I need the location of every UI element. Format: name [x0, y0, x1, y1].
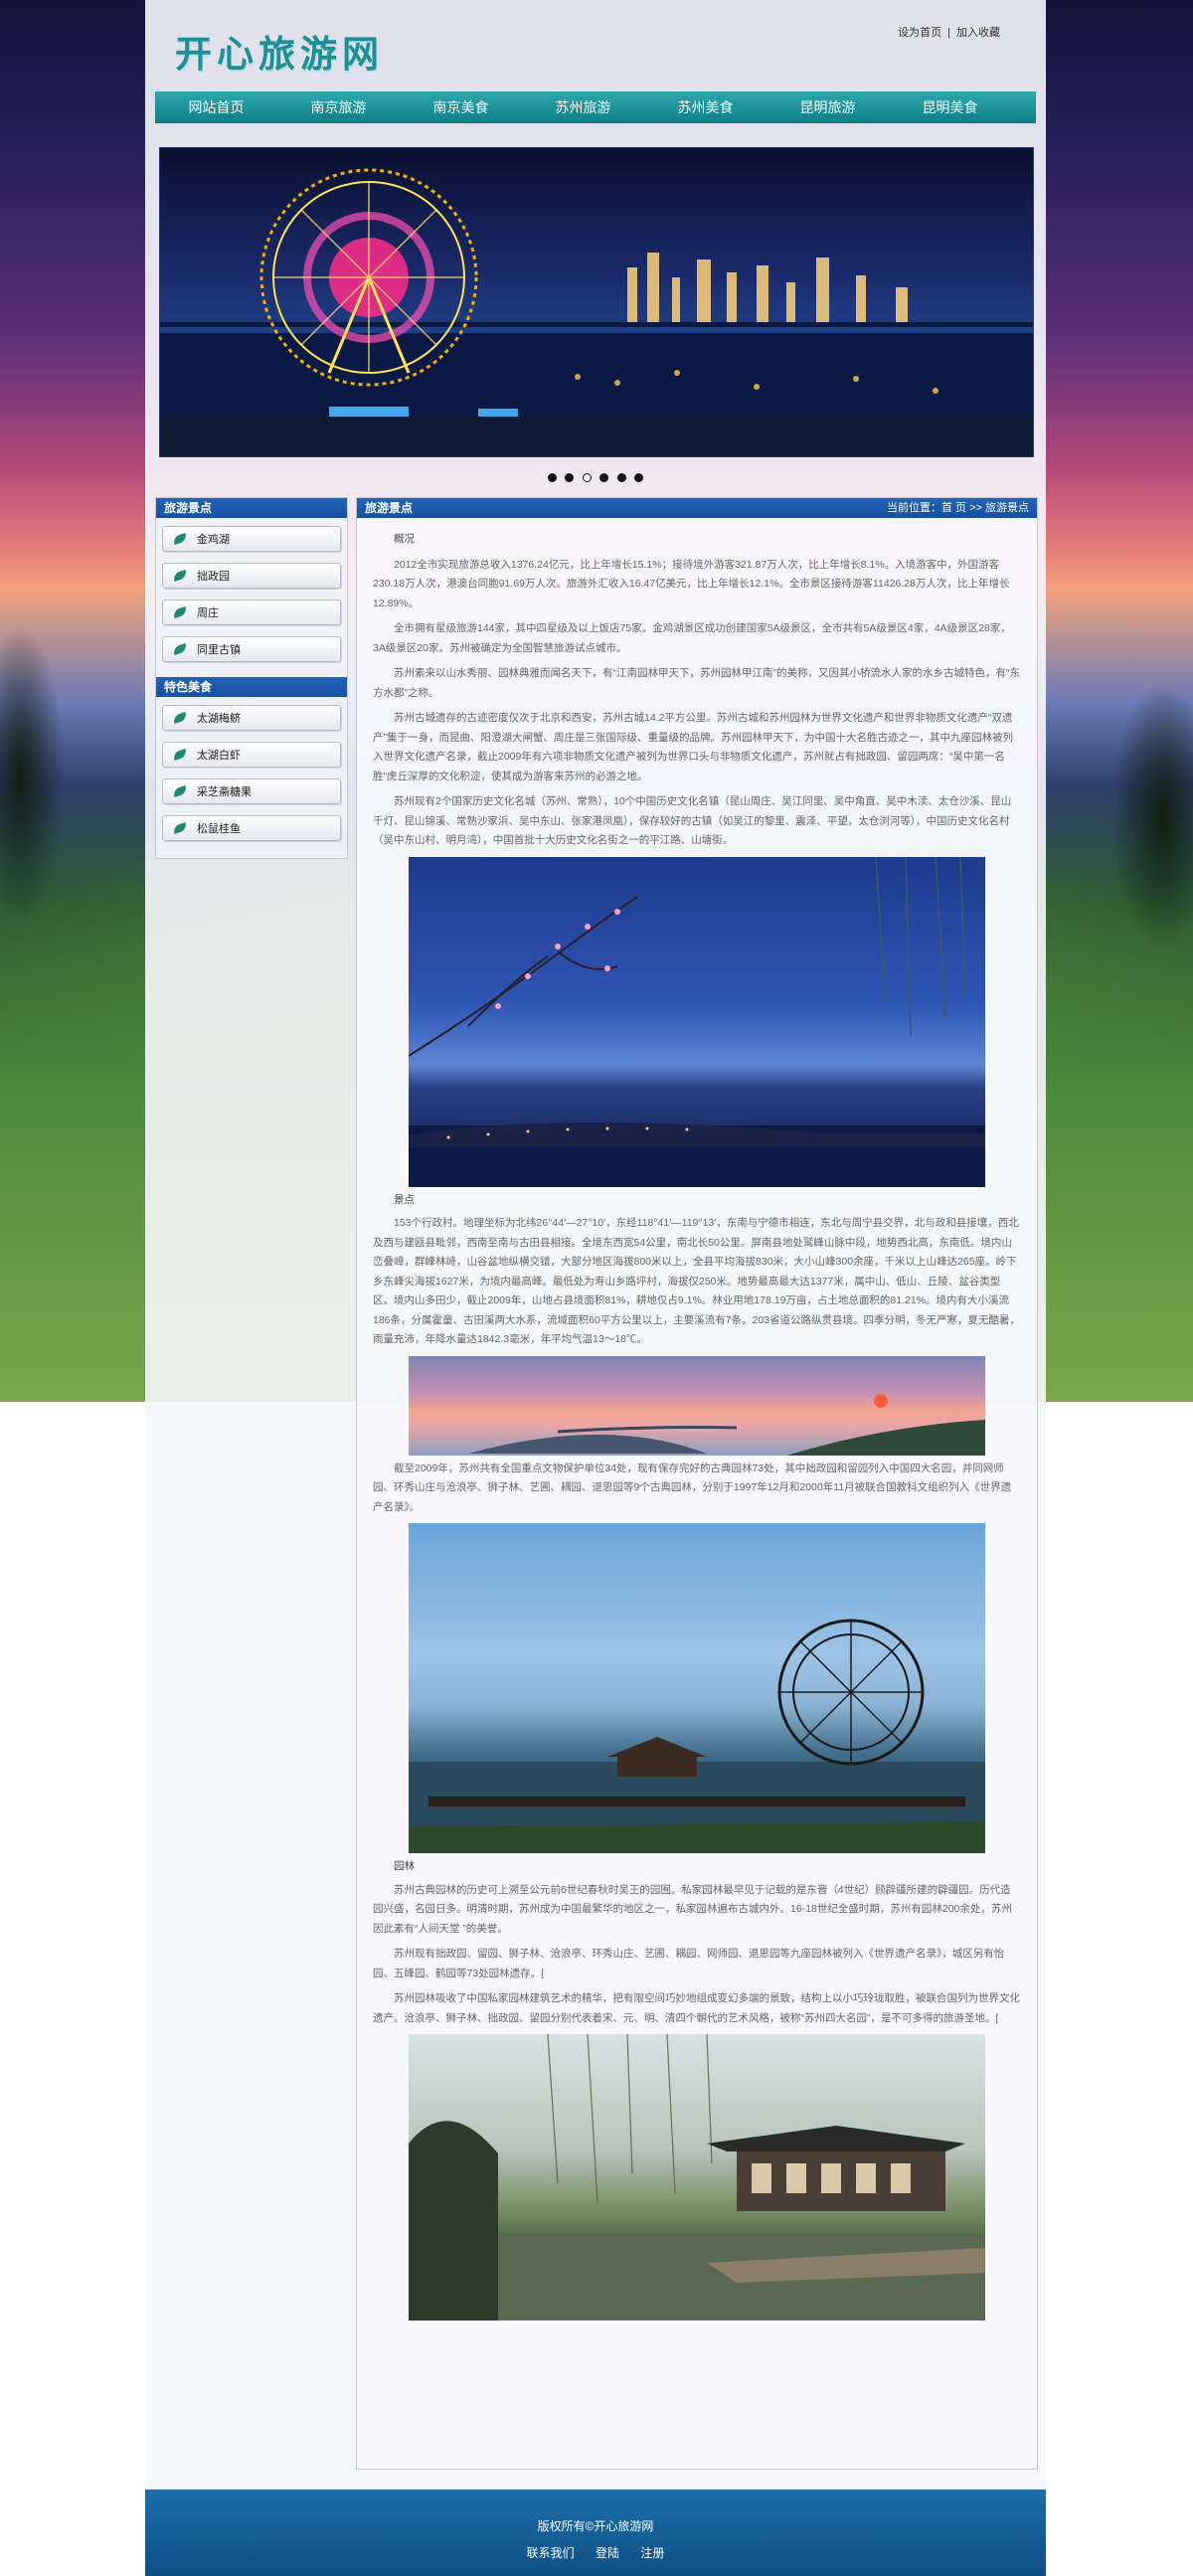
sidebar-item-squirrel-fish[interactable]: 松鼠桂鱼 — [162, 815, 341, 841]
leaf-icon — [172, 606, 188, 618]
sidebar-item-label: 太湖梅鲚 — [197, 713, 241, 725]
sidebar-item-label: 拙政园 — [197, 571, 230, 583]
photo-caption: 园林 — [394, 1860, 415, 1872]
article-paragraph: 苏州园林吸收了中国私家园林建筑艺术的精华，把有限空间巧妙地组成变幻多端的景致，结… — [373, 1992, 1020, 2024]
sidebar-food-list: 太湖梅鲚 太湖白虾 采芝斋糖果 松鼠桂鱼 — [156, 697, 347, 856]
article-paragraph: 苏州古典园林的历史可上溯至公元前6世纪春秋时吴王的园囿。私家园林最早见于记载的是… — [373, 1883, 1012, 1935]
article-paragraph: 苏州现有2个国家历史文化名城（苏州、常熟），10个中国历史文化名镇（昆山周庄、吴… — [373, 795, 1012, 846]
carousel-dot-3[interactable] — [582, 473, 592, 482]
photo-lake-sunset — [409, 1355, 985, 1456]
article-paragraph: 153个行政村。地理坐标为北纬26°44′—27°10′，东经118°41′—1… — [373, 1217, 1021, 1345]
section-heading: 概况 — [394, 533, 415, 545]
article-paragraph: 全市拥有星级旅游144家，其中四星级及以上饭店75家。金鸡湖景区成功创建国家5A… — [373, 622, 1011, 654]
site-logo[interactable]: 开心旅游网 — [175, 24, 384, 78]
footer-link-register[interactable]: 注册 — [640, 2546, 664, 2560]
nav-item-nanjing-food[interactable]: 南京美食 — [400, 91, 522, 123]
separator: | — [947, 27, 950, 39]
photo-illustration — [409, 1619, 985, 1853]
footer-links: 联系我们 登陆 注册 — [145, 2544, 1046, 2561]
set-homepage-link[interactable]: 设为首页 — [898, 27, 941, 39]
main-nav: 网站首页 南京旅游 南京美食 苏州旅游 苏州美食 昆明旅游 昆明美食 — [155, 91, 1036, 123]
sidebar-item-taihu-meiji[interactable]: 太湖梅鲚 — [162, 705, 341, 731]
photo-classical-garden-pavilion — [409, 2033, 985, 2320]
footer-link-login[interactable]: 登陆 — [596, 2546, 619, 2560]
article-paragraph: 截至2009年，苏州共有全国重点文物保护单位34处，现有保存完好的古典园林73处… — [373, 1461, 1012, 1513]
background-tree-right — [1084, 616, 1193, 994]
sidebar-item-label: 同里古镇 — [197, 644, 241, 656]
leaf-icon — [172, 570, 188, 582]
sidebar-item-label: 周庄 — [197, 607, 219, 619]
photo-lake-bridge-blossom — [408, 856, 985, 1187]
sidebar-item-label: 采芝斋糖果 — [197, 786, 252, 798]
photo-waterwheel-pier — [409, 1523, 985, 1853]
nav-item-suzhou-food[interactable]: 苏州美食 — [644, 91, 767, 123]
breadcrumb[interactable]: 当前位置：首 页 >> 旅游景点 — [887, 498, 1029, 518]
banner-illustration — [160, 168, 1033, 456]
sidebar-item-taihu-shrimp[interactable]: 太湖白虾 — [162, 742, 341, 768]
main-header: 旅游景点 当前位置：首 页 >> 旅游景点 — [357, 498, 1037, 518]
sidebar-item-label: 太湖白虾 — [197, 750, 241, 762]
nav-item-home[interactable]: 网站首页 — [155, 91, 277, 123]
sidebar-item-label: 松鼠桂鱼 — [197, 823, 241, 835]
article: 概况 2012全市实现旅游总收入1376.24亿元，比上年增长15.1%；接待境… — [357, 518, 1037, 2320]
footer-copyright: 版权所有©开心旅游网 — [537, 2519, 654, 2533]
photo-illustration — [408, 856, 985, 1187]
carousel-dot-5[interactable] — [616, 473, 626, 482]
carousel-dot-1[interactable] — [547, 473, 557, 482]
nav-item-kunming-food[interactable]: 昆明美食 — [889, 91, 1011, 123]
article-paragraph: 苏州现有拙政园、留园、狮子林、沧浪亭、环秀山庄、艺圃、耦园、网师园、退思园等九座… — [373, 1948, 1005, 1979]
carousel-dot-4[interactable] — [599, 473, 609, 482]
page-container: 开心旅游网 设为首页 | 加入收藏 网站首页 南京旅游 南京美食 苏州旅游 苏州美食… — [145, 0, 1046, 2495]
carousel-indicators — [145, 469, 1046, 487]
main-content-panel: 旅游景点 当前位置：首 页 >> 旅游景点 概况 2012全市实现旅游总收入13… — [356, 497, 1038, 2470]
footer: 版权所有©开心旅游网 联系我们 登陆 注册 — [145, 2490, 1046, 2576]
sidebar-item-zhouzhuang[interactable]: 周庄 — [162, 600, 341, 625]
leaf-icon — [172, 822, 188, 834]
leaf-icon — [172, 533, 188, 545]
footer-link-contact[interactable]: 联系我们 — [527, 2546, 575, 2560]
photo-caption: 景点 — [394, 1193, 415, 1206]
leaf-icon — [172, 712, 188, 724]
sidebar-item-caizhizhai-candy[interactable]: 采芝斋糖果 — [162, 778, 341, 804]
article-paragraph: 2012全市实现旅游总收入1376.24亿元，比上年增长15.1%；接待境外游客… — [373, 558, 1010, 609]
add-favorite-link[interactable]: 加入收藏 — [956, 27, 1000, 39]
sidebar-food-title: 特色美食 — [156, 677, 347, 697]
banner-image-ferris-wheel-night[interactable] — [159, 147, 1034, 457]
sidebar-item-humble-garden[interactable]: 拙政园 — [162, 563, 341, 589]
article-paragraph: 苏州古城遗存的古迹密度仅次于北京和西安，苏州古城14.2平方公里。苏州古城和苏州… — [373, 712, 1013, 782]
carousel-dot-6[interactable] — [634, 473, 644, 482]
nav-item-kunming-travel[interactable]: 昆明旅游 — [767, 91, 889, 123]
top-links: 设为首页 | 加入收藏 — [898, 24, 1000, 40]
leaf-icon — [172, 785, 188, 797]
nav-item-suzhou-travel[interactable]: 苏州旅游 — [522, 91, 644, 123]
sidebar-item-label: 金鸡湖 — [197, 534, 230, 546]
sidebar-item-jinji-lake[interactable]: 金鸡湖 — [162, 526, 341, 552]
leaf-icon — [172, 749, 188, 761]
sidebar-spots-list: 金鸡湖 拙政园 周庄 同里古镇 — [156, 518, 347, 677]
background-tree-left — [0, 557, 89, 974]
photo-illustration — [468, 1393, 985, 1456]
photo-illustration — [409, 2033, 985, 2320]
main-title: 旅游景点 — [365, 501, 414, 515]
nav-item-nanjing-travel[interactable]: 南京旅游 — [277, 91, 400, 123]
sidebar-spots-title: 旅游景点 — [156, 498, 347, 518]
sidebar-item-tongli[interactable]: 同里古镇 — [162, 636, 341, 662]
leaf-icon — [172, 643, 188, 655]
article-paragraph: 苏州素来以山水秀丽、园林典雅而闻名天下，有“江南园林甲天下，苏州园林甲江南”的美… — [373, 667, 1020, 699]
sidebar: 旅游景点 金鸡湖 拙政园 周庄 同里古镇 特色美食 太湖梅鲚 太湖白虾 采芝斋糖… — [155, 497, 348, 859]
carousel-dot-2[interactable] — [565, 473, 575, 482]
